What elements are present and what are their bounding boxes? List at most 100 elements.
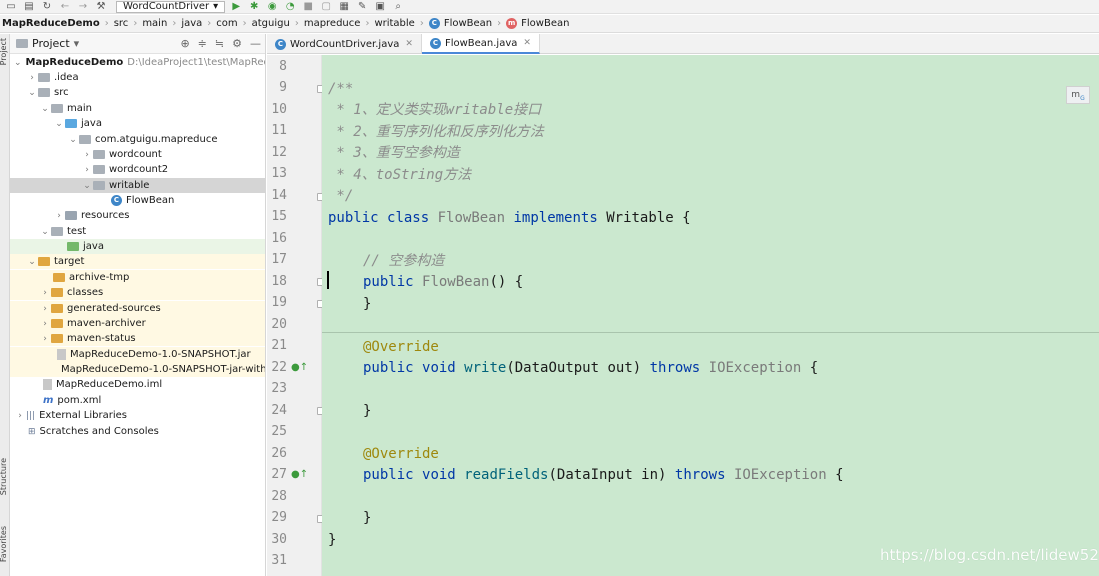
code-editor[interactable]: /** * 1、定义类实现writable接口 * 2、重写序列化和反序列化方法…: [322, 55, 1099, 576]
hide-icon[interactable]: —: [250, 37, 261, 50]
locate-target-icon[interactable]: ⊕: [180, 37, 189, 50]
project-structure-icon[interactable]: ▦: [337, 1, 351, 13]
gear-icon[interactable]: ⚙: [232, 37, 242, 50]
tree-item-maven-status[interactable]: › maven-status: [10, 331, 265, 346]
chevron-down-icon[interactable]: ⌄: [81, 181, 93, 191]
tree-item-iml[interactable]: MapReduceDemo.iml: [10, 377, 265, 392]
chevron-right-icon[interactable]: ›: [26, 73, 38, 83]
structure-tool-tab[interactable]: Structure: [0, 458, 8, 495]
attach-icon[interactable]: ▢: [319, 1, 333, 13]
chevron-right-icon[interactable]: ›: [39, 334, 51, 344]
tree-item-pom[interactable]: m pom.xml: [10, 393, 265, 408]
tree-item-idea[interactable]: › .idea: [10, 70, 265, 85]
tree-item-wordcount[interactable]: › wordcount: [10, 147, 265, 162]
chevron-right-icon[interactable]: ›: [39, 288, 51, 298]
refresh-icon[interactable]: ↻: [40, 1, 54, 13]
chevron-down-icon[interactable]: ▾: [74, 37, 80, 50]
breadcrumb-item[interactable]: main: [142, 18, 167, 29]
breadcrumb-item[interactable]: MapReduceDemo: [2, 18, 100, 29]
breadcrumb-item[interactable]: atguigu: [252, 18, 290, 29]
breadcrumb-item-method[interactable]: m FlowBean: [506, 18, 569, 29]
breadcrumb-item-class[interactable]: C FlowBean: [428, 18, 492, 29]
collapse-all-icon[interactable]: ≒: [215, 37, 224, 50]
tree-item-generated-sources[interactable]: › generated-sources: [10, 301, 265, 316]
tree-item-archive-tmp[interactable]: archive-tmp: [10, 270, 265, 285]
open-folder-icon[interactable]: ▭: [4, 1, 18, 13]
run-icon[interactable]: ▶: [229, 1, 243, 13]
chevron-right-icon[interactable]: ›: [39, 304, 51, 314]
tree-item-writable[interactable]: ⌄ writable: [10, 178, 265, 193]
line-number: 8: [279, 59, 287, 74]
tree-item-jar[interactable]: MapReduceDemo-1.0-SNAPSHOT.jar: [10, 347, 265, 362]
test-source-folder-icon: [67, 242, 79, 251]
stop-icon[interactable]: ■: [301, 1, 315, 13]
chevron-down-icon[interactable]: ⌄: [26, 257, 38, 267]
save-all-icon[interactable]: ▤: [22, 1, 36, 13]
coverage-icon[interactable]: ◉: [265, 1, 279, 13]
tree-item-src[interactable]: ⌄ src: [10, 85, 265, 100]
tree-item-flowbean[interactable]: C FlowBean: [10, 193, 265, 208]
tree-item-jar-with-deps[interactable]: MapReduceDemo-1.0-SNAPSHOT-jar-with-d: [10, 362, 265, 377]
chevron-right-icon[interactable]: ›: [53, 211, 65, 221]
chevron-right-icon[interactable]: ›: [81, 165, 93, 175]
breadcrumb-item[interactable]: writable: [374, 18, 414, 29]
layout-icon[interactable]: ▣: [373, 1, 387, 13]
tree-item-path: D:\IdeaProject1\test\MapRedu: [127, 57, 266, 68]
implements-method-icon[interactable]: ●↑: [291, 362, 308, 373]
favorites-tool-tab[interactable]: Favorites: [0, 526, 8, 562]
back-arrow-icon[interactable]: ←: [58, 1, 72, 13]
breadcrumb-item[interactable]: mapreduce: [304, 18, 361, 29]
plugin-badge-icon[interactable]: mG: [1066, 86, 1090, 104]
tab-flowbean[interactable]: C FlowBean.java ✕: [421, 34, 540, 54]
code-line: * 4、toString方法: [328, 167, 472, 183]
tree-item-main[interactable]: ⌄ main: [10, 101, 265, 116]
debug-icon[interactable]: ✱: [247, 1, 261, 13]
search-icon[interactable]: ⌕: [391, 1, 405, 13]
project-tool-tab[interactable]: Project: [0, 38, 8, 65]
tree-item-maven-archiver[interactable]: › maven-archiver: [10, 316, 265, 331]
chevron-right-icon[interactable]: ›: [39, 319, 51, 329]
tree-item-test[interactable]: ⌄ test: [10, 224, 265, 239]
chevron-down-icon[interactable]: ⌄: [53, 119, 65, 129]
editor-gutter[interactable]: 8 9 10 11 12 13 14 15 16 17 18 19 20 21 …: [267, 55, 325, 576]
breadcrumb-separator: ›: [242, 18, 247, 29]
expand-all-icon[interactable]: ≑: [198, 37, 207, 50]
tree-item-external-libraries[interactable]: › ||| External Libraries: [10, 408, 265, 423]
breadcrumb-item[interactable]: com: [216, 18, 237, 29]
code-line: public class FlowBean implements Writabl…: [328, 210, 691, 226]
tree-item-classes[interactable]: › classes: [10, 285, 265, 300]
folder-icon: [51, 104, 63, 113]
chevron-right-icon[interactable]: ›: [81, 150, 93, 160]
tree-root-project[interactable]: ⌄ MapReduceDemo D:\IdeaProject1\test\Map…: [10, 55, 266, 70]
line-number: 12: [271, 145, 287, 160]
breadcrumb-separator: ›: [172, 18, 177, 29]
tree-item-java[interactable]: ⌄ java: [10, 116, 265, 131]
chevron-down-icon[interactable]: ⌄: [39, 227, 51, 237]
excluded-folder-icon: [51, 319, 63, 328]
tree-item-resources[interactable]: › resources: [10, 208, 265, 223]
breadcrumb-item[interactable]: java: [181, 18, 202, 29]
build-hammer-icon[interactable]: ⚒: [94, 1, 108, 13]
chevron-right-icon[interactable]: ›: [14, 411, 26, 421]
chevron-down-icon[interactable]: ⌄: [26, 88, 38, 98]
implements-method-icon[interactable]: ●↑: [291, 469, 308, 480]
chevron-down-icon[interactable]: ⌄: [39, 104, 51, 114]
code-line: /**: [328, 81, 354, 97]
close-icon[interactable]: ✕: [405, 39, 413, 49]
tab-wordcountdriver[interactable]: C WordCountDriver.java ✕: [267, 34, 422, 54]
settings-wrench-icon[interactable]: ✎: [355, 1, 369, 13]
line-number: 15: [271, 209, 287, 224]
chevron-down-icon[interactable]: ⌄: [67, 135, 79, 145]
run-configuration-select[interactable]: WordCountDriver ▾: [116, 0, 226, 13]
profile-icon[interactable]: ◔: [283, 1, 297, 13]
tree-item-test-java[interactable]: java: [10, 239, 265, 254]
breadcrumb-item[interactable]: src: [114, 18, 129, 29]
tree-item-target[interactable]: ⌄ target: [10, 254, 265, 269]
tree-item-scratches[interactable]: ⊞ Scratches and Consoles: [10, 424, 265, 439]
tree-item-package[interactable]: ⌄ com.atguigu.mapreduce: [10, 132, 265, 147]
tree-item-wordcount2[interactable]: › wordcount2: [10, 162, 265, 177]
forward-arrow-icon[interactable]: →: [76, 1, 90, 13]
project-panel-title[interactable]: Project: [32, 37, 70, 50]
chevron-down-icon[interactable]: ⌄: [14, 58, 22, 68]
close-icon[interactable]: ✕: [523, 38, 531, 48]
